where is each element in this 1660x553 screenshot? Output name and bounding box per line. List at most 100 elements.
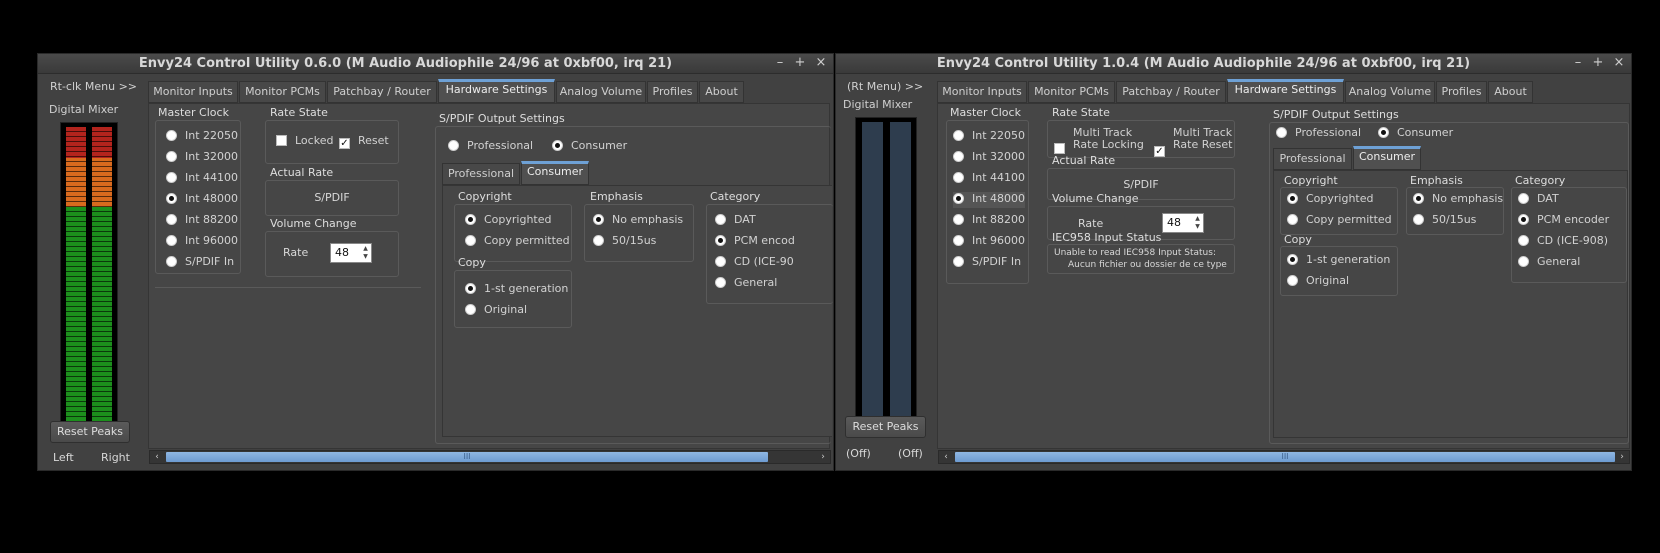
category-dat-radio[interactable]: DAT: [715, 213, 756, 229]
clock-int-96000[interactable]: Int 96000: [953, 234, 1025, 250]
tab-patchbay-router[interactable]: Patchbay / Router: [327, 81, 437, 103]
emphasis-5015-radio[interactable]: 50/15us: [593, 234, 656, 250]
minimize-button[interactable]: –: [1569, 55, 1587, 70]
rate-spinbox[interactable]: 48 ▲ ▼: [1162, 213, 1204, 233]
category-label: Category: [1515, 174, 1566, 187]
reset-peaks-button[interactable]: Reset Peaks: [845, 416, 926, 438]
first-generation-radio[interactable]: 1-st generation: [1287, 253, 1390, 269]
spin-arrows-icon[interactable]: ▲ ▼: [1193, 215, 1202, 231]
horizontal-scrollbar[interactable]: ‹ III ›: [938, 450, 1630, 464]
clock-int-88200[interactable]: Int 88200: [166, 213, 238, 229]
context-menu-hint[interactable]: Rt-clk Menu >>: [50, 80, 137, 93]
subtab-consumer[interactable]: Consumer: [521, 161, 589, 185]
maximize-button[interactable]: +: [1589, 55, 1607, 70]
clock-int-22050[interactable]: Int 22050: [166, 129, 238, 145]
subtab-consumer[interactable]: Consumer: [1353, 146, 1421, 170]
titlebar[interactable]: Envy24 Control Utility 1.0.4 (M Audio Au…: [836, 54, 1631, 74]
clock-int-88200[interactable]: Int 88200: [953, 213, 1025, 229]
clock-int-32000[interactable]: Int 32000: [953, 150, 1025, 166]
clock-int-44100[interactable]: Int 44100: [953, 171, 1025, 187]
clock-int-96000[interactable]: Int 96000: [166, 234, 238, 250]
tab-analog-volume[interactable]: Analog Volume: [1345, 81, 1435, 103]
category-pcm-radio[interactable]: PCM encoder: [1518, 213, 1609, 229]
main-tabs: Monitor Inputs Monitor PCMs Patchbay / R…: [937, 79, 1617, 103]
window-envy24-v060: Envy24 Control Utility 0.6.0 (M Audio Au…: [37, 53, 834, 471]
category-cd-radio[interactable]: CD (ICE-908): [1518, 234, 1608, 250]
tab-monitor-pcms[interactable]: Monitor PCMs: [1028, 81, 1115, 103]
copy-label: Copy: [458, 256, 486, 269]
clock-int-48000[interactable]: Int 48000: [953, 192, 1025, 208]
tab-profiles[interactable]: Profiles: [647, 81, 698, 103]
no-emphasis-radio[interactable]: No emphasis: [1413, 192, 1503, 208]
category-pcm-radio[interactable]: PCM encod: [715, 234, 795, 250]
tab-patchbay-router[interactable]: Patchbay / Router: [1116, 81, 1226, 103]
scroll-right-icon[interactable]: ›: [1615, 450, 1629, 464]
copy-permitted-radio[interactable]: Copy permitted: [465, 234, 570, 250]
first-generation-radio[interactable]: 1-st generation: [465, 282, 568, 298]
actual-rate-label: Actual Rate: [1052, 154, 1116, 167]
original-radio[interactable]: Original: [465, 303, 527, 319]
left-separator: [155, 287, 421, 288]
scroll-right-icon[interactable]: ›: [816, 450, 830, 464]
spdif-professional-radio[interactable]: Professional: [1276, 126, 1361, 142]
tab-analog-volume[interactable]: Analog Volume: [556, 81, 646, 103]
hardware-settings-panel: Master Clock Int 22050 Int 32000 Int 441…: [937, 103, 1630, 449]
scroll-left-icon[interactable]: ‹: [939, 450, 953, 464]
scroll-thumb[interactable]: III: [166, 452, 768, 462]
copy-permitted-radio[interactable]: Copy permitted: [1287, 213, 1392, 229]
tab-hardware-settings[interactable]: Hardware Settings: [438, 79, 555, 103]
original-radio[interactable]: Original: [1287, 274, 1349, 290]
locked-checkbox[interactable]: Locked: [276, 134, 333, 147]
tab-about[interactable]: About: [1488, 81, 1533, 103]
master-clock-group: Int 22050 Int 32000 Int 44100 Int 48000 …: [155, 120, 241, 274]
multi-track-rate-locking-checkbox[interactable]: Multi Track Rate Locking: [1054, 127, 1144, 154]
horizontal-scrollbar[interactable]: ‹ III ›: [149, 450, 831, 464]
category-general-radio[interactable]: General: [715, 276, 777, 292]
clock-spdif-in[interactable]: S/PDIF In: [953, 255, 1021, 271]
emphasis-5015-radio[interactable]: 50/15us: [1413, 213, 1476, 229]
clock-int-22050[interactable]: Int 22050: [953, 129, 1025, 145]
no-emphasis-radio[interactable]: No emphasis: [593, 213, 683, 229]
vu-right-channel: [890, 122, 911, 430]
context-menu-hint[interactable]: (Rt Menu) >>: [847, 80, 923, 93]
subtab-professional[interactable]: Professional: [1273, 148, 1352, 170]
consumer-panel: Copyright Copyrighted Copy permitted Cop…: [442, 185, 833, 437]
master-clock-label: Master Clock: [158, 106, 229, 119]
close-button[interactable]: ×: [1610, 55, 1628, 70]
rate-state-label: Rate State: [1052, 106, 1110, 119]
multi-track-rate-reset-checkbox[interactable]: ✓Multi Track Rate Reset: [1154, 127, 1232, 157]
copyrighted-radio[interactable]: Copyrighted: [465, 213, 552, 229]
category-cd-radio[interactable]: CD (ICE-90: [715, 255, 794, 271]
tab-hardware-settings[interactable]: Hardware Settings: [1227, 79, 1344, 103]
spdif-consumer-radio[interactable]: Consumer: [1378, 126, 1453, 142]
tab-monitor-inputs[interactable]: Monitor Inputs: [148, 81, 238, 103]
scroll-grip: III: [1281, 452, 1289, 461]
minimize-button[interactable]: –: [771, 55, 789, 70]
copyrighted-radio[interactable]: Copyrighted: [1287, 192, 1374, 208]
tab-monitor-inputs[interactable]: Monitor Inputs: [937, 81, 1027, 103]
emphasis-group: No emphasis 50/15us: [1406, 187, 1504, 235]
scroll-thumb[interactable]: III: [955, 452, 1615, 462]
clock-int-44100[interactable]: Int 44100: [166, 171, 238, 187]
spdif-consumer-radio[interactable]: Consumer: [552, 139, 627, 155]
clock-int-32000[interactable]: Int 32000: [166, 150, 238, 166]
category-dat-radio[interactable]: DAT: [1518, 192, 1559, 208]
tab-profiles[interactable]: Profiles: [1436, 81, 1487, 103]
category-general-radio[interactable]: General: [1518, 255, 1580, 271]
scroll-left-icon[interactable]: ‹: [150, 450, 164, 464]
maximize-button[interactable]: +: [791, 55, 809, 70]
clock-spdif-in[interactable]: S/PDIF In: [166, 255, 234, 271]
spin-arrows-icon[interactable]: ▲ ▼: [361, 245, 370, 261]
tab-about[interactable]: About: [699, 81, 744, 103]
titlebar[interactable]: Envy24 Control Utility 0.6.0 (M Audio Au…: [38, 54, 833, 74]
rate-state-label: Rate State: [270, 106, 328, 119]
spdif-professional-radio[interactable]: Professional: [448, 139, 533, 155]
close-button[interactable]: ×: [812, 55, 830, 70]
rate-spinbox[interactable]: 48 ▲ ▼: [330, 243, 372, 263]
subtab-professional[interactable]: Professional: [442, 163, 520, 185]
clock-int-48000[interactable]: Int 48000: [166, 192, 238, 208]
vu-left-label: Left: [53, 451, 74, 464]
reset-peaks-button[interactable]: Reset Peaks: [50, 421, 130, 443]
reset-checkbox[interactable]: ✓ Reset: [339, 134, 389, 149]
tab-monitor-pcms[interactable]: Monitor PCMs: [239, 81, 326, 103]
